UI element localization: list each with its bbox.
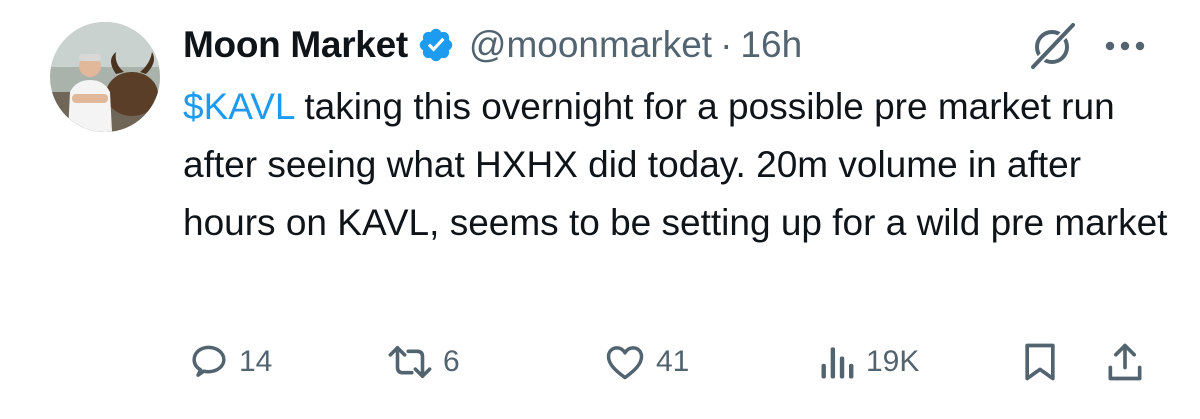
separator-dot: · xyxy=(720,24,733,65)
author-handle[interactable]: @moonmarket xyxy=(469,24,712,66)
retweet-button[interactable]: 6 xyxy=(385,338,460,386)
like-button[interactable]: 41 xyxy=(602,338,689,386)
share-button[interactable] xyxy=(1104,338,1146,386)
reply-button[interactable]: 14 xyxy=(187,338,272,386)
grok-icon[interactable] xyxy=(1027,21,1077,71)
verified-badge-icon[interactable] xyxy=(417,26,455,64)
reply-icon xyxy=(192,345,226,377)
retweet-count: 6 xyxy=(443,345,460,378)
cashtag-link[interactable]: $KAVL xyxy=(183,86,294,127)
profile-photo xyxy=(50,22,160,132)
retweet-icon xyxy=(388,345,432,379)
views-count: 19K xyxy=(866,345,920,378)
views-button[interactable]: 19K xyxy=(818,338,919,386)
reply-count: 14 xyxy=(239,345,273,378)
avatar[interactable] xyxy=(50,22,160,132)
views-icon xyxy=(821,347,854,379)
tweet-body: taking this overnight for a possible pre… xyxy=(183,86,1168,243)
display-name[interactable]: Moon Market xyxy=(183,24,408,66)
tweet-header: Moon Market @moonmarket · 16h xyxy=(183,20,1143,70)
share-icon xyxy=(1108,343,1142,381)
more-options-icon[interactable] xyxy=(1100,36,1150,56)
like-count: 41 xyxy=(656,345,690,378)
heart-icon xyxy=(606,346,644,380)
tweet-text: $KAVL taking this overnight for a possib… xyxy=(183,78,1173,252)
timestamp[interactable]: 16h xyxy=(740,24,802,66)
bookmark-icon xyxy=(1025,343,1055,381)
bookmark-button[interactable] xyxy=(1020,338,1060,386)
